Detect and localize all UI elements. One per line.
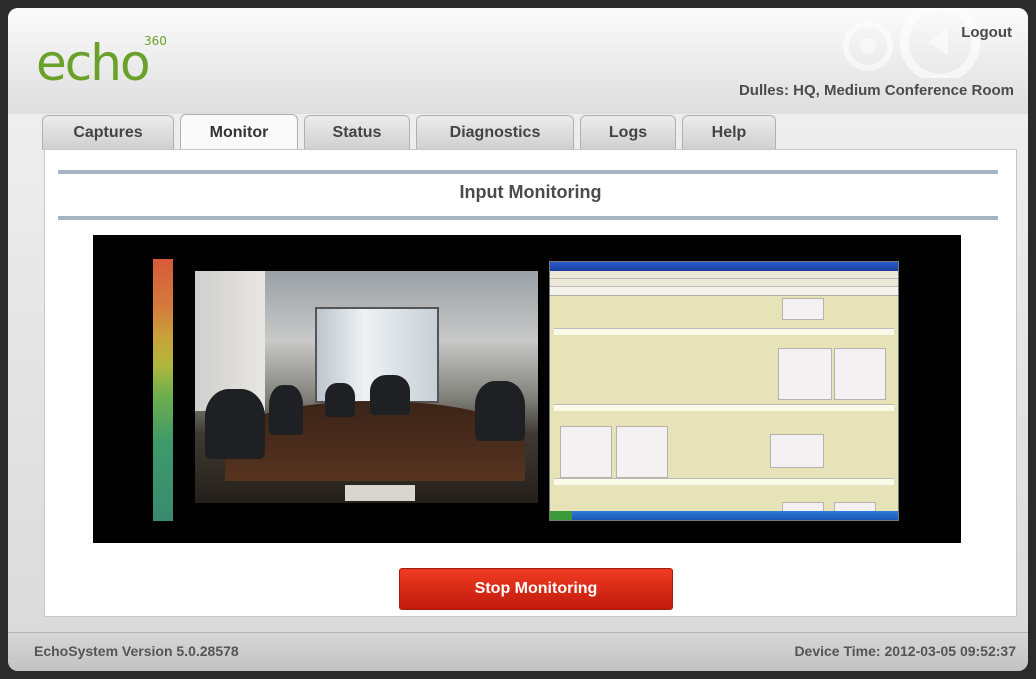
- screen-capture-feed: [549, 261, 899, 521]
- version-label: EchoSystem Version 5.0.28578: [34, 643, 239, 659]
- app-window: echo 360 Logout Dulles: HQ, Medium Confe…: [8, 8, 1028, 671]
- device-time: Device Time: 2012-03-05 09:52:37: [794, 643, 1016, 659]
- stop-monitoring-button[interactable]: Stop Monitoring: [399, 568, 673, 610]
- tab-help[interactable]: Help: [682, 115, 776, 150]
- logout-link[interactable]: Logout: [961, 24, 1012, 41]
- header: echo 360 Logout Dulles: HQ, Medium Confe…: [8, 8, 1028, 114]
- title-rule-top: [58, 170, 998, 174]
- input-preview: [93, 235, 961, 543]
- tab-bar: Captures Monitor Status Diagnostics Logs…: [42, 111, 1016, 151]
- tab-diagnostics[interactable]: Diagnostics: [416, 115, 574, 150]
- camera-feed: [195, 271, 538, 503]
- section-title: Input Monitoring: [459, 182, 602, 202]
- tab-captures[interactable]: Captures: [42, 115, 174, 150]
- tab-logs[interactable]: Logs: [580, 115, 676, 150]
- title-rule-bottom: [58, 216, 998, 220]
- room-name: Dulles: HQ, Medium Conference Room: [738, 82, 1014, 99]
- echo360-logo: echo: [36, 34, 151, 92]
- logo-superscript: 360: [144, 34, 167, 48]
- tab-monitor[interactable]: Monitor: [180, 114, 298, 151]
- tab-status[interactable]: Status: [304, 115, 410, 150]
- watermark-icon: [843, 8, 981, 78]
- audio-level-meter: [153, 259, 173, 521]
- footer: EchoSystem Version 5.0.28578 Device Time…: [8, 632, 1028, 671]
- monitor-panel: Input Monitoring Stop Monitoring: [44, 149, 1017, 617]
